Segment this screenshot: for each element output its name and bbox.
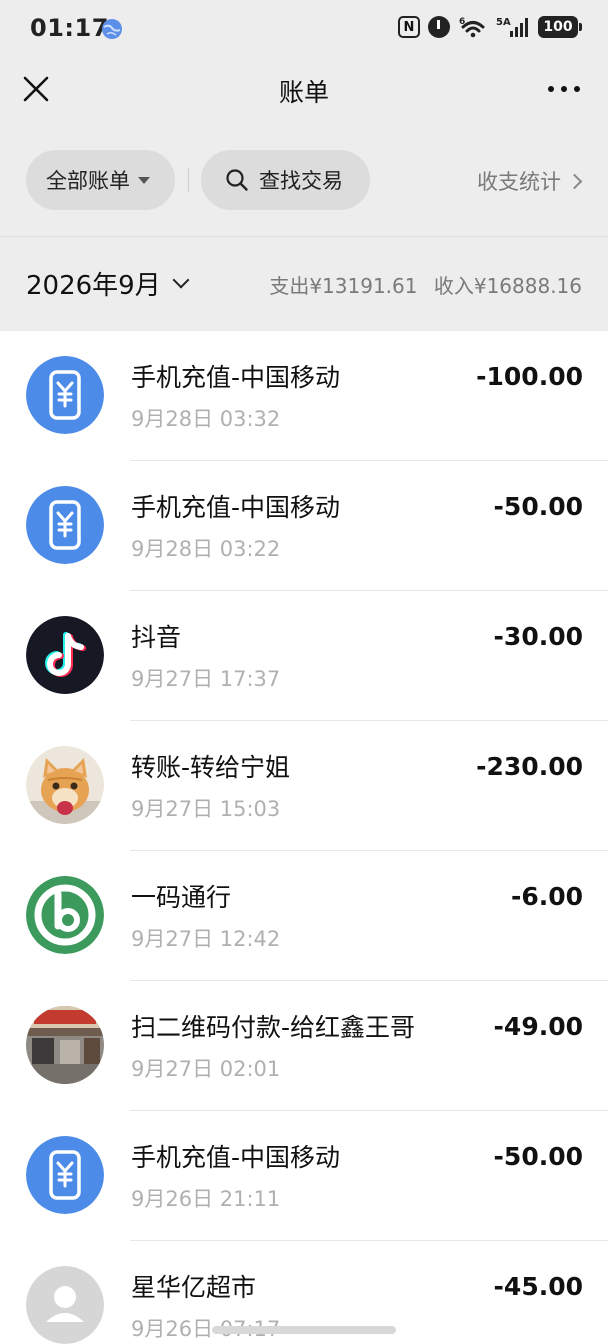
transaction-row[interactable]: 扫二维码付款-给红鑫王哥 9月27日 02:01 -49.00	[0, 981, 608, 1111]
chevron-down-icon	[172, 271, 190, 288]
transaction-title: 手机充值-中国移动	[131, 493, 341, 522]
transaction-row[interactable]: 一码通行 9月27日 12:42 -6.00	[0, 851, 608, 981]
transaction-row[interactable]: 手机充值-中国移动 9月26日 21:11 -50.00	[0, 1111, 608, 1241]
transaction-row[interactable]: 抖音 9月27日 17:37 -30.00	[0, 591, 608, 721]
yima-logo-icon	[26, 876, 104, 954]
transaction-date: 9月28日 03:22	[131, 537, 281, 561]
transaction-amount: -6.00	[510, 882, 583, 911]
transaction-amount: -230.00	[476, 752, 583, 781]
nfc-icon: N	[398, 16, 420, 38]
transaction-date: 9月28日 03:32	[131, 407, 281, 431]
month-totals: 支出¥13191.61 收入¥16888.16	[259, 270, 582, 299]
transaction-row[interactable]: 转账-转给宁姐 9月27日 15:03 -230.00	[0, 721, 608, 851]
page-title: 账单	[278, 78, 329, 107]
transaction-title: 手机充值-中国移动	[131, 363, 341, 392]
transaction-date: 9月27日 17:37	[131, 667, 281, 691]
phone-recharge-icon	[26, 1136, 104, 1214]
title-bar: 账单	[0, 60, 608, 120]
transaction-row[interactable]: 手机充值-中国移动 9月28日 03:22 -50.00	[0, 461, 608, 591]
more-options-button[interactable]	[548, 86, 580, 92]
month-summary-bar: 2026年9月 支出¥13191.61 收入¥16888.16	[0, 237, 608, 331]
search-transactions-button[interactable]: 查找交易	[201, 150, 370, 210]
transaction-row[interactable]: 手机充值-中国移动 9月28日 03:32 -100.00	[0, 331, 608, 461]
transaction-title: 转账-转给宁姐	[131, 753, 291, 782]
transaction-amount: -49.00	[493, 1012, 583, 1041]
income-expense-stats-link[interactable]: 收支统计	[477, 166, 583, 196]
search-icon	[226, 169, 248, 191]
transaction-title: 手机充值-中国移动	[131, 1143, 341, 1172]
transaction-title: 扫二维码付款-给红鑫王哥	[131, 1013, 416, 1042]
shop-photo-avatar	[26, 1006, 104, 1084]
stats-label: 收支统计	[477, 170, 561, 194]
globe-icon	[102, 19, 122, 39]
network-label: 5A	[496, 17, 511, 28]
more-dot-icon	[574, 86, 580, 92]
douyin-icon	[26, 616, 104, 694]
more-dot-icon	[548, 86, 554, 92]
expense-total: 支出¥13191.61	[269, 274, 418, 298]
transaction-date: 9月26日 21:11	[131, 1187, 281, 1211]
transaction-amount: -100.00	[476, 362, 583, 391]
filter-bar: 全部账单 查找交易 收支统计	[0, 150, 608, 210]
transaction-date: 9月27日 02:01	[131, 1057, 281, 1081]
cat-avatar	[26, 746, 104, 824]
income-total: 收入¥16888.16	[433, 274, 582, 298]
all-bills-dropdown[interactable]: 全部账单	[26, 150, 175, 210]
wifi-icon: 6	[459, 17, 485, 38]
search-label: 查找交易	[259, 169, 343, 193]
transaction-title: 一码通行	[131, 883, 232, 912]
month-selector[interactable]: 2026年9月	[26, 265, 190, 302]
status-time: 01:17	[30, 14, 109, 42]
more-dot-icon	[561, 86, 567, 92]
status-bar: 01:17 N 6 5A 100	[0, 0, 608, 60]
default-user-icon	[26, 1266, 104, 1344]
home-indicator[interactable]	[212, 1326, 396, 1334]
transaction-amount: -45.00	[493, 1272, 583, 1301]
transaction-amount: -30.00	[493, 622, 583, 651]
transaction-date: 9月27日 15:03	[131, 797, 281, 821]
phone-recharge-icon	[26, 356, 104, 434]
phone-recharge-icon	[26, 486, 104, 564]
month-label: 2026年9月	[26, 271, 161, 301]
caret-down-icon	[138, 176, 150, 184]
transaction-amount: -50.00	[493, 1142, 583, 1171]
battery-indicator: 100	[538, 16, 582, 38]
alarm-icon	[428, 16, 450, 38]
transaction-date: 9月27日 12:42	[131, 927, 281, 951]
chevron-right-icon	[566, 173, 583, 189]
transaction-amount: -50.00	[493, 492, 583, 521]
transaction-title: 星华亿超市	[131, 1273, 257, 1302]
all-bills-label: 全部账单	[46, 169, 130, 193]
transaction-list: 手机充值-中国移动 9月28日 03:32 -100.00 手机充值-中国移动 …	[0, 331, 608, 1344]
transaction-title: 抖音	[131, 623, 182, 652]
divider	[188, 168, 189, 192]
cellular-signal-icon: 5A	[496, 17, 528, 37]
